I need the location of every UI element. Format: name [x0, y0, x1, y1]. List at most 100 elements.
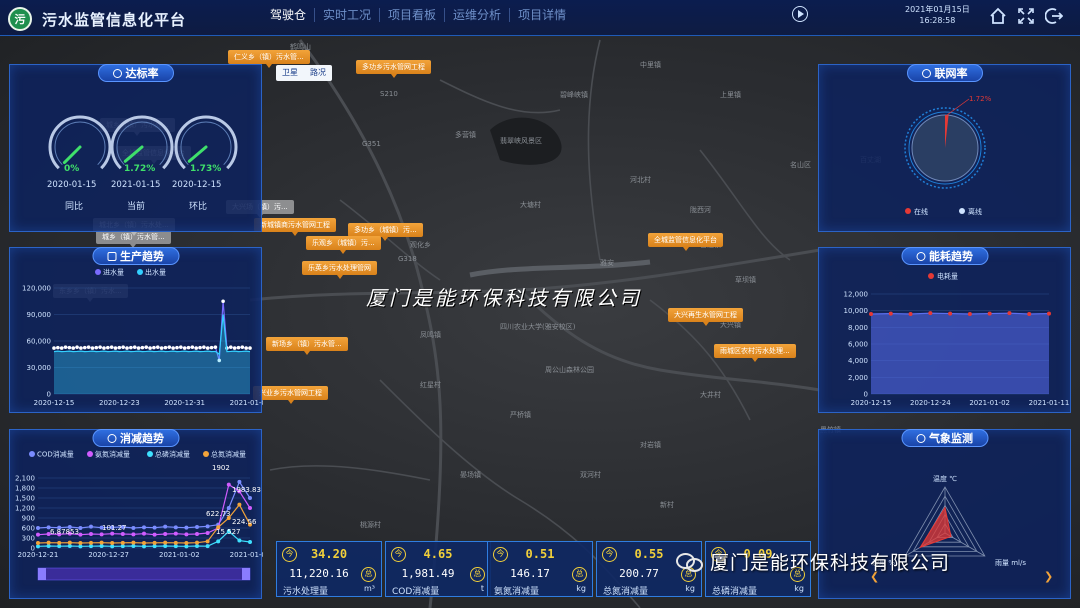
production-point	[213, 345, 218, 349]
legend-label-online: 在线	[914, 208, 928, 216]
map-project-marker[interactable]: 乐观乡（城镇）污...	[306, 236, 381, 254]
map-project-marker[interactable]: 仁义乡（镇）污水管...	[228, 50, 310, 68]
production-point	[232, 346, 237, 350]
energy-chart[interactable]: 0 2,000 4,000 6,000 8,000 10,000 12,000 2020-12…	[819, 248, 1072, 414]
network-legend-online: 在线	[905, 207, 928, 217]
map-place-label: 桃源村	[360, 521, 381, 529]
energy-legend-dot	[928, 273, 934, 279]
logout-icon[interactable]	[1045, 7, 1063, 25]
production-legend-dot	[95, 269, 101, 275]
total-badge-icon: 总	[470, 567, 485, 582]
gauge-inner-track	[54, 121, 106, 166]
stat-card[interactable]: 今 0.51 总 146.17 氨氮消减量 kg	[487, 541, 593, 597]
today-badge-icon: 今	[602, 547, 617, 562]
gauge-name-mom: 环比	[189, 202, 208, 212]
stat-card[interactable]: 今 34.20 总 11,220.16 污水处理量 m³	[276, 541, 382, 597]
map-place-label: 翡翠峡风景区	[500, 137, 542, 145]
home-icon[interactable]	[989, 7, 1007, 25]
stat-card[interactable]: 今 4.65 总 1,981.49 COD消减量 t	[385, 541, 491, 597]
fullscreen-icon[interactable]	[1017, 7, 1035, 25]
map-place-label: 凤鸣镇	[420, 331, 441, 339]
energy-point	[928, 311, 933, 316]
energy-point	[869, 312, 873, 316]
map-project-marker[interactable]: 雨城区农村污水处理...	[714, 344, 796, 362]
reduction-data-label: 6.87853	[50, 528, 79, 536]
reduction-point	[205, 531, 210, 535]
production-point	[75, 345, 79, 349]
reduction-point	[237, 538, 242, 543]
map-place-label: 晏场镇	[460, 471, 481, 479]
production-point	[94, 345, 99, 350]
map-project-marker[interactable]: 乐英乡污水处理管网	[302, 261, 377, 279]
reduction-legend-dot	[87, 451, 93, 457]
rate-panel: 达标率 0% 1.72% 1.73% 2020-01-15 2021-01-15…	[9, 64, 262, 232]
map-layer-toggle[interactable]: 卫星 路况	[276, 65, 332, 81]
reduction-point	[36, 532, 40, 537]
map-place-label: 观化乡	[410, 241, 431, 249]
header-time: 16:28:58	[919, 16, 956, 25]
energy-point	[1047, 311, 1051, 316]
production-point	[148, 346, 152, 350]
chart-x-tick: 2020-12-21	[18, 551, 59, 559]
tab-project-detail[interactable]: 项目详情	[510, 8, 574, 22]
reduction-point	[36, 526, 40, 530]
energy-point	[908, 312, 913, 316]
reduction-chart[interactable]: 03006009001,2001,5001,8002,1002020-12-21…	[10, 430, 263, 600]
map-watermark: 厦门是能环保科技有限公司	[366, 286, 642, 310]
map-toggle-satellite[interactable]: 卫星	[276, 65, 304, 81]
map-project-marker[interactable]: 大兴再生水管网工程	[668, 308, 743, 326]
production-legend-dot	[137, 269, 143, 275]
gauge-needle	[62, 145, 82, 165]
map-toggle-road[interactable]: 路况	[304, 65, 332, 81]
gauge-name-yoy: 同比	[65, 202, 84, 212]
chart-y-tick: 0	[864, 391, 868, 399]
reduction-point	[184, 525, 189, 530]
production-point	[63, 345, 68, 349]
tab-cockpit[interactable]: 驾驶仓	[262, 8, 316, 22]
reduction-point	[67, 540, 72, 545]
production-chart[interactable]: 0 30,000 60,000 90,000 120,000 2020-12-15 2020…	[10, 248, 263, 414]
gauge-inner-track	[180, 121, 232, 166]
production-point	[67, 345, 72, 350]
map-road	[269, 465, 431, 481]
production-point	[194, 346, 198, 350]
total-badge-icon: 总	[572, 567, 587, 582]
map-project-marker[interactable]: 全城监管信息化平台	[648, 233, 723, 251]
map-river	[469, 259, 651, 278]
tab-ops-analysis[interactable]: 运维分析	[445, 8, 511, 22]
production-point	[109, 345, 114, 349]
stat-today-value: 0.51	[525, 547, 555, 561]
reduction-point	[89, 540, 93, 545]
map-project-marker[interactable]: 新场乡（镇）污水管...	[266, 337, 348, 355]
production-point	[240, 345, 245, 349]
reduction-point	[120, 540, 125, 545]
stat-label: COD消减量	[392, 587, 440, 597]
chart-y-tick: 1,200	[15, 505, 35, 513]
map-place-label: G351	[362, 140, 381, 148]
today-badge-icon: 今	[282, 547, 297, 562]
map-place-label: 多营镇	[455, 131, 476, 139]
play-icon[interactable]	[792, 6, 808, 22]
chart-y-tick: 0	[47, 391, 51, 399]
production-point	[236, 345, 241, 350]
reduction-point	[78, 526, 83, 530]
radar-series-area	[919, 506, 952, 549]
tab-realtime[interactable]: 实时工况	[315, 8, 381, 22]
production-legend-label: 出水量	[145, 268, 166, 277]
tab-project-board[interactable]: 项目看板	[380, 8, 446, 22]
production-point	[71, 346, 76, 350]
map-road	[587, 39, 601, 261]
map-project-marker[interactable]: 多功乡（城镇）污...	[348, 223, 423, 241]
chart-y-tick: 60,000	[27, 338, 52, 346]
map-project-marker[interactable]: 兴业乡污水管网工程	[253, 386, 328, 404]
map-project-marker[interactable]: 新城镇商污水管网工程	[254, 218, 336, 236]
production-point	[152, 345, 156, 350]
reduction-point	[152, 525, 157, 530]
reduction-point	[89, 524, 93, 529]
reduction-point	[142, 525, 146, 530]
chart-y-tick: 90,000	[27, 311, 52, 319]
map-place-label: 大塘村	[520, 201, 541, 209]
map-project-marker[interactable]: 多功乡污水管网工程	[356, 60, 431, 78]
reduction-point	[248, 496, 252, 500]
map-place-label: 名山区	[790, 161, 811, 169]
